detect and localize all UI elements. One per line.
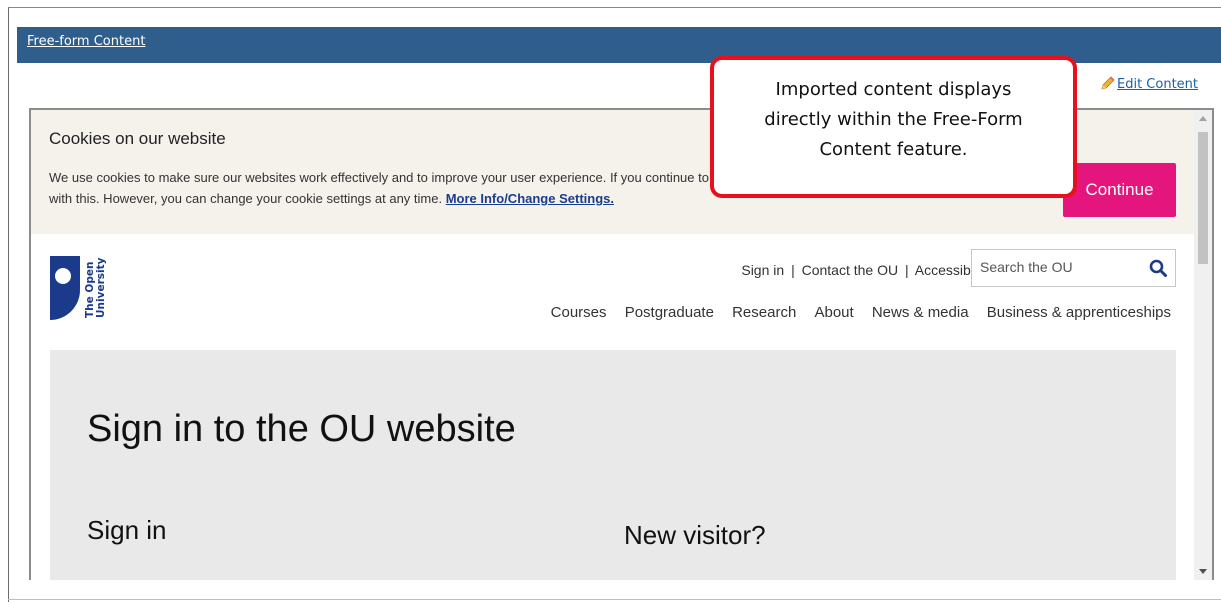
pencil-icon: [1101, 76, 1115, 90]
free-form-content-link[interactable]: Free-form Content: [27, 34, 145, 49]
nav-business-apprenticeships[interactable]: Business & apprenticeships: [987, 304, 1171, 321]
utility-links: Sign in | Contact the OU | Accessibility: [741, 262, 991, 278]
continue-button[interactable]: Continue: [1063, 163, 1176, 217]
ou-site-header: The Open University Sign in | Contact th…: [31, 234, 1196, 346]
sign-in-link[interactable]: Sign in: [741, 262, 784, 278]
ou-search: [971, 249, 1176, 287]
nav-courses[interactable]: Courses: [551, 304, 607, 321]
annotation-callout: Imported content displays directly withi…: [710, 56, 1077, 198]
edit-content-link[interactable]: Edit Content: [1100, 76, 1198, 92]
main-nav: Courses Postgraduate Research About News…: [537, 304, 1171, 321]
contact-ou-link[interactable]: Contact the OU: [802, 262, 899, 278]
nav-news-media[interactable]: News & media: [872, 304, 969, 321]
scroll-down-arrow-icon[interactable]: [1199, 569, 1207, 574]
vertical-scrollbar[interactable]: [1194, 110, 1212, 580]
search-input[interactable]: [980, 259, 1140, 275]
open-university-logo[interactable]: The Open University: [50, 256, 106, 326]
nav-about[interactable]: About: [814, 304, 853, 321]
more-info-link[interactable]: More Info/Change Settings.: [446, 191, 614, 206]
signin-panel: Sign in to the OU website Sign in New vi…: [50, 350, 1176, 580]
nav-research[interactable]: Research: [732, 304, 796, 321]
scroll-up-arrow-icon[interactable]: [1199, 116, 1207, 121]
bottom-divider: [8, 599, 1221, 600]
separator: |: [904, 262, 909, 278]
page-title: Sign in to the OU website: [87, 408, 516, 450]
logo-wordmark-line2: University: [95, 257, 106, 318]
search-icon[interactable]: [1149, 259, 1167, 277]
cookie-title: Cookies on our website: [49, 129, 226, 148]
nav-postgraduate[interactable]: Postgraduate: [625, 304, 714, 321]
new-visitor-heading: New visitor?: [624, 520, 766, 550]
separator: |: [791, 262, 795, 278]
signin-heading: Sign in: [87, 515, 167, 545]
edit-content-label: Edit Content: [1117, 77, 1199, 92]
scrollbar-thumb[interactable]: [1198, 132, 1208, 264]
